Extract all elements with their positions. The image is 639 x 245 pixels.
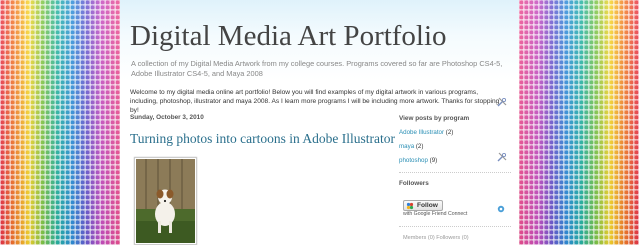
left-mosaic-background [0, 0, 120, 245]
follow-subtext: with Google Friend Connect [403, 211, 468, 217]
google-friend-connect-icon [406, 202, 414, 210]
blog-header: Digital Media Art Portfolio A collection… [120, 0, 519, 80]
followers-divider [399, 226, 511, 227]
label-link[interactable]: maya [399, 143, 414, 150]
follow-button-label: Follow [417, 202, 438, 209]
label-link[interactable]: Adobe Illustrator [399, 129, 444, 136]
label-item-maya[interactable]: maya (2) [399, 143, 423, 150]
screwdriver-wrench-icon[interactable] [497, 94, 507, 107]
welcome-text: Welcome to my digital media online art p… [130, 89, 500, 114]
blog-title[interactable]: Digital Media Art Portfolio [130, 20, 447, 53]
screwdriver-wrench-icon[interactable] [497, 149, 507, 162]
post-photo-dog[interactable] [134, 157, 197, 245]
followers-count: Members (0) Followers (0) [403, 235, 469, 241]
followers-heading: Followers [399, 180, 429, 187]
labels-heading: View posts by program [399, 115, 470, 122]
label-link[interactable]: photoshop [399, 157, 428, 164]
post-title-link[interactable]: Turning photos into cartoons in Adobe Il… [130, 131, 395, 147]
blog-page: Digital Media Art Portfolio A collection… [120, 0, 519, 245]
label-item-adobe-illustrator[interactable]: Adobe Illustrator (2) [399, 129, 453, 136]
label-count: (2) [445, 129, 454, 136]
sidebar-divider [399, 172, 511, 173]
label-item-photoshop[interactable]: photoshop (9) [399, 157, 437, 164]
post-date: Sunday, October 3, 2010 [130, 114, 204, 121]
label-count: (2) [415, 143, 424, 150]
right-mosaic-background [519, 0, 639, 245]
label-count: (9) [429, 157, 438, 164]
blog-description: A collection of my Digital Media Artwork… [131, 59, 503, 78]
follow-button[interactable]: Follow [403, 200, 443, 211]
gfc-settings-icon[interactable] [497, 200, 505, 213]
